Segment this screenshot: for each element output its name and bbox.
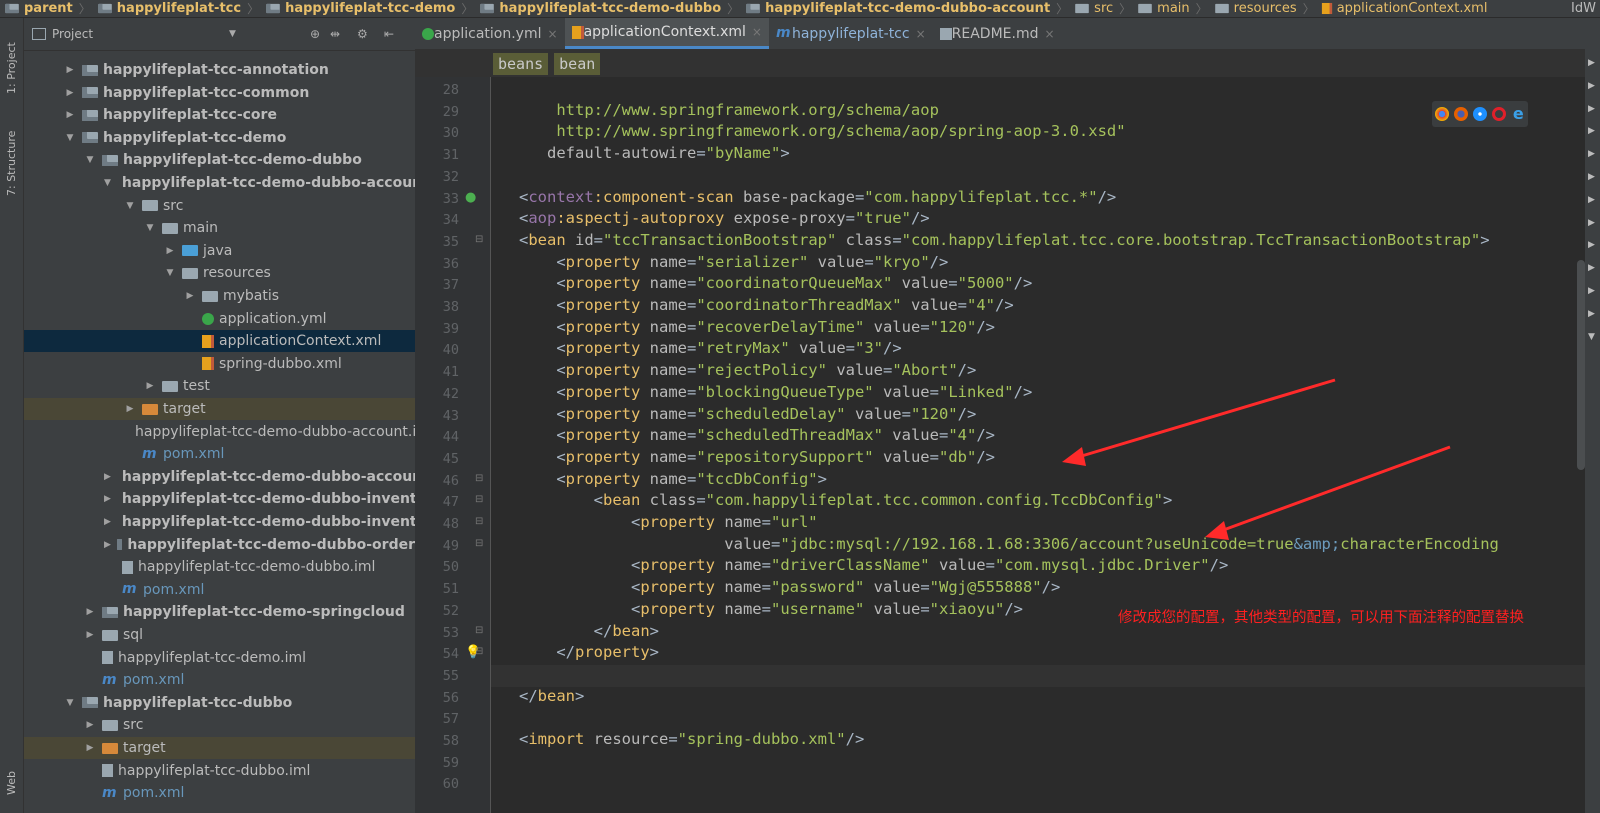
right-strip-arrow-icon[interactable]: ▶ — [1588, 286, 1595, 296]
right-strip-arrow-icon[interactable]: ▼ — [1588, 332, 1595, 342]
right-strip-arrow-icon[interactable]: ▶ — [1588, 126, 1595, 136]
right-strip-arrow-icon[interactable]: ▶ — [1588, 58, 1595, 68]
annotation-arrows — [1062, 378, 1451, 540]
right-strip-arrow-icon[interactable]: ▶ — [1588, 149, 1595, 159]
annotation-note: 修改成您的配置，其他类型的配置，可以用下面注释的配置替换 — [1118, 610, 1524, 626]
right-strip-arrow-icon[interactable]: ▶ — [1588, 309, 1595, 319]
red-arrow-2 — [1205, 445, 1451, 540]
right-strip-arrow-icon[interactable]: ▶ — [1588, 263, 1595, 273]
right-strip-arrow-icon[interactable]: ▶ — [1588, 218, 1595, 228]
right-strip-arrow-icon[interactable]: ▶ — [1588, 240, 1595, 250]
right-strip-arrow-icon[interactable]: ▶ — [1588, 172, 1595, 182]
right-strip-arrow-icon[interactable]: ▶ — [1588, 104, 1595, 114]
editor-scrollbar[interactable] — [1577, 260, 1585, 470]
right-tool-strip: ▶ ▶ ▶ ▶ ▶ ▶ ▶ ▶ ▶ ▶ ▶ ▶ ▼ — [1585, 18, 1600, 813]
red-arrow-1 — [1062, 378, 1336, 466]
right-strip-arrow-icon[interactable]: ▶ — [1588, 81, 1595, 91]
right-strip-arrow-icon[interactable]: ▶ — [1588, 195, 1595, 205]
